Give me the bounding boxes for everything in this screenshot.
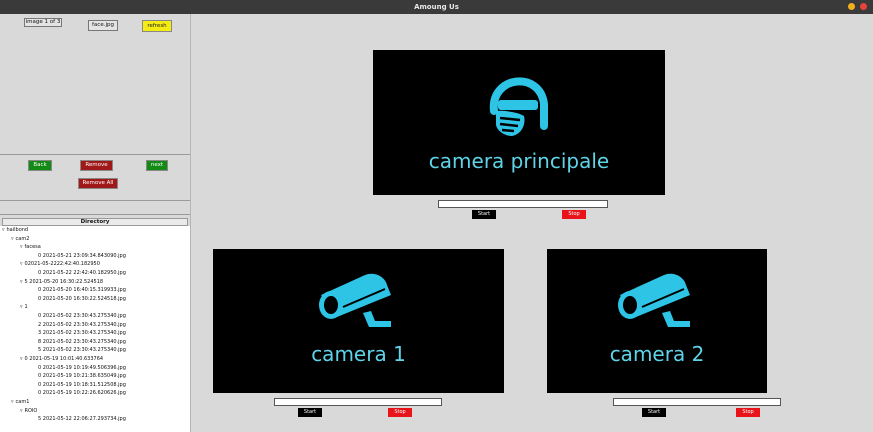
disclosure-triangle-icon[interactable]: ▿ [20, 279, 23, 285]
tree-row[interactable]: ▿ cam2 [11, 236, 29, 242]
directory-header: Directory [2, 218, 188, 226]
camera-1-stop-button[interactable]: Stop [388, 408, 412, 417]
directory-tree[interactable]: ▿ hailbond ▿ cam2 ▿ facesa 0 2021-05-21 23:09:… [0, 226, 190, 432]
main-camera-view: camera principale [373, 50, 665, 195]
tree-row-label: cam2 [15, 235, 30, 242]
tree-row-label: 3 2021-05-02 23:30:43.275340.jpg [38, 330, 126, 337]
disclosure-triangle-icon[interactable]: ▿ [20, 408, 23, 414]
camera-2-start-button[interactable]: Start [642, 408, 666, 417]
tree-row-label: 0 2021-05-20 16:30:22.524518.jpg [38, 295, 126, 302]
tree-row[interactable]: ▿ hailbond [2, 227, 28, 233]
tree-row-label: 0 2021-05-22 22:42:40.182950.jpg [38, 270, 126, 276]
disclosure-triangle-icon[interactable]: ▿ [11, 236, 14, 242]
camera-2-label: camera 2 [609, 342, 705, 366]
camera-1-input[interactable] [274, 398, 442, 406]
remove-button[interactable]: Remove [80, 160, 113, 171]
main-camera-stop-button[interactable]: Stop [562, 210, 586, 219]
tree-row-label: 0 2021-05-19 10:01:40.633764 [24, 356, 104, 362]
image-index-label: image 1 of 3 [24, 18, 62, 27]
window-title: Amoung Us [414, 3, 459, 11]
tree-row[interactable]: 0 2021-05-02 23:30:43.275340.jpg [38, 313, 126, 319]
tree-row[interactable]: ▿ 02021-05-2222:42:40.182950 [20, 261, 100, 267]
tree-row-label: 0 2021-05-19 10:22:26.620626.jpg [38, 390, 126, 397]
back-button[interactable]: Back [28, 160, 52, 171]
camera-1-label: camera 1 [311, 342, 406, 366]
tree-row-label: 8 2021-05-02 23:30:43.275340.jpg [38, 338, 126, 345]
tree-row-label: 02021-05-2222:42:40.182950 [24, 261, 100, 268]
tree-row[interactable]: 8 2021-05-02 23:30:43.275340.jpg [38, 339, 126, 345]
main-camera-start-button[interactable]: Start [472, 210, 496, 219]
tree-row-label: 0 2021-05-19 10:19:49.506396.jpg [38, 364, 126, 371]
file-name-label: face.jpg [88, 20, 118, 31]
divider [0, 154, 190, 155]
window-titlebar: Amoung Us [0, 0, 873, 14]
disclosure-triangle-icon[interactable]: ▿ [11, 399, 14, 405]
tree-row-label: 0 2021-05-19 10:21:38.635049.jpg [38, 373, 126, 380]
disclosure-triangle-icon[interactable]: ▿ [20, 261, 23, 267]
remove-all-button[interactable]: Remove All [78, 178, 118, 189]
tree-row-label: hailbond [6, 227, 29, 233]
camera-2-stop-button[interactable]: Stop [736, 408, 760, 417]
tree-row-label: 0 2021-05-20 16:40:15.319933.jpg [38, 287, 126, 294]
tree-row[interactable]: ▿ facesa [20, 244, 41, 250]
divider [0, 200, 190, 201]
tree-row[interactable]: ▿ 5 2021-05-20 16:30:22.524518 [20, 279, 103, 285]
security-camera-icon [618, 273, 690, 327]
minimize-button[interactable] [848, 3, 855, 10]
tree-row[interactable]: 0 2021-05-22 22:42:40.182950.jpg [38, 270, 126, 276]
camera-2-view: camera 2 [547, 249, 767, 393]
tree-row-label: 1 [24, 304, 28, 311]
tree-row[interactable]: 2 2021-05-02 23:30:43.275340.jpg [38, 322, 126, 328]
tree-row-label: 0 2021-05-02 23:30:43.275340.jpg [38, 313, 126, 319]
tree-row-label: 0 2021-05-19 10:18:31.512508.jpg [38, 381, 126, 388]
tree-row[interactable]: 5 2021-05-02 23:30:43.275340.jpg [38, 347, 126, 353]
tree-row-label: 5 2021-05-02 23:30:43.275340.jpg [38, 347, 126, 354]
tree-row[interactable]: ▿ ROIO [20, 408, 37, 414]
disclosure-triangle-icon[interactable]: ▿ [2, 227, 5, 233]
main-camera-input[interactable] [438, 200, 608, 208]
tree-row[interactable]: 0 2021-05-19 10:22:26.620626.jpg [38, 390, 126, 396]
tree-row-label: cam1 [15, 399, 30, 405]
tree-row[interactable]: 0 2021-05-19 10:21:38.635049.jpg [38, 373, 126, 379]
tree-row[interactable]: 0 2021-05-20 16:40:15.319933.jpg [38, 287, 126, 293]
security-camera-icon [319, 273, 391, 327]
close-button[interactable] [860, 3, 867, 10]
camera-2-input[interactable] [613, 398, 781, 406]
masked-face-icon [489, 77, 548, 136]
disclosure-triangle-icon[interactable]: ▿ [20, 244, 23, 250]
tree-row[interactable]: 0 2021-05-19 10:19:49.506396.jpg [38, 365, 126, 371]
tree-row[interactable]: 0 2021-05-21 23:09:34.843090.jpg [38, 253, 126, 259]
divider [0, 214, 190, 215]
tree-row[interactable]: 5 2021-05-12 22:06:27.293734.jpg [38, 416, 126, 422]
tree-row[interactable]: ▿ 1 [20, 304, 28, 310]
tree-row-label: 5 2021-05-12 22:06:27.293734.jpg [38, 416, 126, 423]
camera-1-view: camera 1 [213, 249, 504, 393]
tree-row[interactable]: ▿ 0 2021-05-19 10:01:40.633764 [20, 356, 103, 362]
tree-row-label: ROIO [24, 407, 38, 414]
tree-row[interactable]: 0 2021-05-19 10:18:31.512508.jpg [38, 382, 126, 388]
tree-row[interactable]: ▿ cam1 [11, 399, 29, 405]
tree-row-label: 0 2021-05-21 23:09:34.843090.jpg [38, 252, 126, 259]
refresh-button[interactable]: refresh [142, 20, 172, 32]
tree-row[interactable]: 3 2021-05-02 23:30:43.275340.jpg [38, 330, 126, 336]
tree-row-label: facesa [24, 244, 41, 251]
camera-1-start-button[interactable]: Start [298, 408, 322, 417]
tree-row-label: 2 2021-05-02 23:30:43.275340.jpg [38, 321, 126, 328]
tree-row[interactable]: 0 2021-05-20 16:30:22.524518.jpg [38, 296, 126, 302]
disclosure-triangle-icon[interactable]: ▿ [20, 304, 23, 310]
tree-row-label: 5 2021-05-20 16:30:22.524518 [24, 278, 104, 285]
main-camera-label: camera principale [428, 149, 610, 173]
next-button[interactable]: next [146, 160, 168, 171]
disclosure-triangle-icon[interactable]: ▿ [20, 356, 23, 362]
